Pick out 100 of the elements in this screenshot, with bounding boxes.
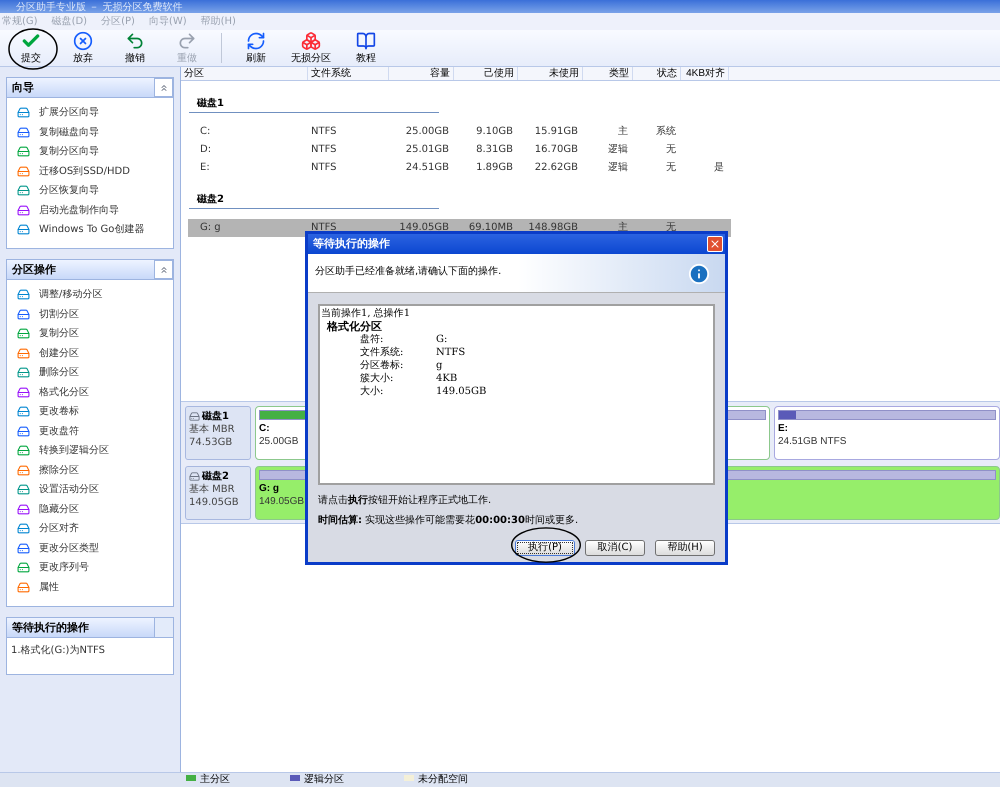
table-cell-text: 是: [713, 161, 725, 175]
dialog-button[interactable]: 帮助(H): [655, 540, 715, 556]
detail-label: 分区卷标:: [360, 359, 404, 372]
table-cell-text: NTFS: [310, 143, 338, 157]
partition-detail: 25.00GB: [259, 436, 298, 448]
detail-label: 大小:: [360, 385, 384, 398]
table-cell-text: 24.51GB: [404, 161, 450, 175]
panel-item[interactable]: 分区对齐: [7, 519, 173, 538]
column-header[interactable]: 分区: [181, 67, 308, 80]
panel-item[interactable]: 格式化分区: [7, 382, 173, 402]
panel-item[interactable]: 复制磁盘向导: [7, 122, 173, 142]
disk-group-title: 磁盘2: [189, 191, 439, 209]
table-row[interactable]: C: NTFS 25.00GB 9.10GB 15.91GB 主 系统: [188, 123, 731, 141]
cancel-icon: [73, 30, 93, 50]
table-cell-text: NTFS: [310, 221, 338, 235]
panel-item[interactable]: 转换到逻辑分区: [7, 441, 173, 460]
column-header[interactable]: 己使用: [454, 67, 518, 80]
table-cell-text: 22.62GB: [534, 161, 579, 175]
table-cell-text: NTFS: [310, 161, 338, 175]
panel-item[interactable]: 设置活动分区: [7, 480, 173, 500]
table-cell-text: 无: [665, 221, 677, 235]
column-header[interactable]: 未使用: [518, 67, 583, 80]
panel-item[interactable]: 更改分区类型: [7, 538, 173, 558]
column-header[interactable]: 容量: [389, 67, 454, 80]
disk-info[interactable]: 磁盘1 基本 MBR 74.53GB: [185, 406, 251, 460]
toolbar-button[interactable]: 教程: [340, 30, 392, 66]
panel-item[interactable]: 隐藏分区: [7, 500, 173, 519]
panel-item[interactable]: 扩展分区向导: [7, 103, 173, 122]
dialog-button[interactable]: 取消(C): [585, 540, 645, 556]
panel-item[interactable]: 切割分区: [7, 304, 173, 324]
toolbar-button[interactable]: 无损分区: [282, 30, 340, 66]
table-cell-text: C:: [199, 125, 212, 139]
disk-type: 基本 MBR: [189, 483, 236, 496]
dialog-intro: 分区助手已经准备就绪,请确认下面的操作.: [314, 264, 502, 279]
partition-label: G: g: [259, 482, 279, 496]
table-cell-text: 主: [617, 124, 629, 139]
window-title: 分区助手专业版 － 无损分区免费软件: [15, 2, 182, 13]
table-cell-text: 逻辑: [607, 160, 629, 175]
toolbar-button[interactable]: 提交: [5, 30, 57, 66]
detail-value: 4KB: [436, 372, 458, 385]
table-row[interactable]: E: NTFS 24.51GB 1.89GB 22.62GB 逻辑 无 是: [188, 159, 731, 177]
table-cell-text: G: g: [199, 221, 222, 235]
panel-item[interactable]: 复制分区向导: [7, 142, 173, 162]
disk-name: 磁盘2: [202, 470, 229, 483]
collapse-button[interactable]: [154, 78, 173, 97]
operation-summary: 当前操作1, 总操作1: [321, 307, 412, 320]
detail-label: 文件系统:: [360, 346, 404, 359]
chevron-up-icon: [158, 82, 168, 92]
table-cell-text: E:: [199, 161, 211, 175]
legend-label: 未分配空间: [418, 773, 468, 787]
disk-size: 149.05GB: [189, 496, 240, 509]
collapse-button[interactable]: [154, 260, 173, 279]
panel-item[interactable]: 调整/移动分区: [7, 285, 173, 304]
table-cell-text: NTFS: [310, 125, 338, 139]
panel-item[interactable]: 分区恢复向导: [7, 181, 173, 200]
column-header[interactable]: 状态: [633, 67, 681, 80]
pending-operation: 1.格式化(G:)为NTFS: [11, 644, 106, 658]
column-header[interactable]: 4KB对齐: [681, 67, 729, 80]
legend-label: 逻辑分区: [304, 773, 344, 787]
dialog-button[interactable]: 执行(P): [515, 540, 575, 556]
disk-type: 基本 MBR: [189, 423, 236, 436]
refresh-icon: [246, 30, 266, 50]
panel-item[interactable]: 更改序列号: [7, 558, 173, 578]
panel-item[interactable]: 更改卷标: [7, 402, 173, 422]
detail-value: NTFS: [436, 346, 466, 359]
disk-info[interactable]: 磁盘2 基本 MBR 149.05GB: [185, 466, 251, 520]
boxes-icon: [301, 30, 321, 50]
panel-item[interactable]: 启动光盘制作向导: [7, 200, 173, 220]
time-estimate: 时间估算: 实现这些操作可能需要花00:00:30时间或更多.: [318, 514, 580, 528]
toolbar-button[interactable]: 撤销: [109, 30, 161, 66]
panel-item[interactable]: 更改盘符: [7, 422, 173, 441]
column-header[interactable]: 类型: [583, 67, 633, 80]
panel-item[interactable]: 删除分区: [7, 363, 173, 382]
close-button[interactable]: [707, 236, 723, 252]
detail-label: 盘符:: [360, 333, 384, 346]
panel-item[interactable]: 创建分区: [7, 344, 173, 363]
table-cell-text: 主: [617, 220, 629, 235]
partition-detail: 24.51GB NTFS: [778, 436, 846, 448]
panel-item[interactable]: 属性: [7, 578, 173, 597]
toolbar-button[interactable]: 放弃: [57, 30, 109, 66]
panel-title: 等待执行的操作: [11, 620, 90, 636]
panel-item[interactable]: 擦除分区: [7, 460, 173, 480]
detail-value: g: [436, 359, 442, 372]
table-cell-text: 25.00GB: [404, 125, 450, 139]
panel-item[interactable]: 迁移OS到SSD/HDD: [7, 162, 173, 181]
operation-name: 格式化分区: [326, 320, 383, 333]
table-row[interactable]: D: NTFS 25.01GB 8.31GB 16.70GB 逻辑 无: [188, 141, 731, 159]
table-cell-text: 16.70GB: [534, 143, 579, 157]
table-cell-text: 8.31GB: [475, 143, 514, 157]
column-header[interactable]: 文件系统: [308, 67, 389, 80]
partition-block[interactable]: E: 24.51GB NTFS: [774, 406, 1000, 460]
table-cell-text: 9.10GB: [475, 125, 514, 139]
detail-value: G:: [436, 333, 448, 346]
panel-item[interactable]: Windows To Go创建器: [7, 220, 173, 240]
table-cell-text: 25.01GB: [404, 143, 450, 157]
panel-title: 向导: [11, 80, 35, 96]
toolbar-button[interactable]: 刷新: [230, 30, 282, 66]
table-cell-text: 148.98GB: [527, 221, 579, 235]
annotation-circle: [7, 27, 59, 71]
panel-item[interactable]: 复制分区: [7, 324, 173, 344]
